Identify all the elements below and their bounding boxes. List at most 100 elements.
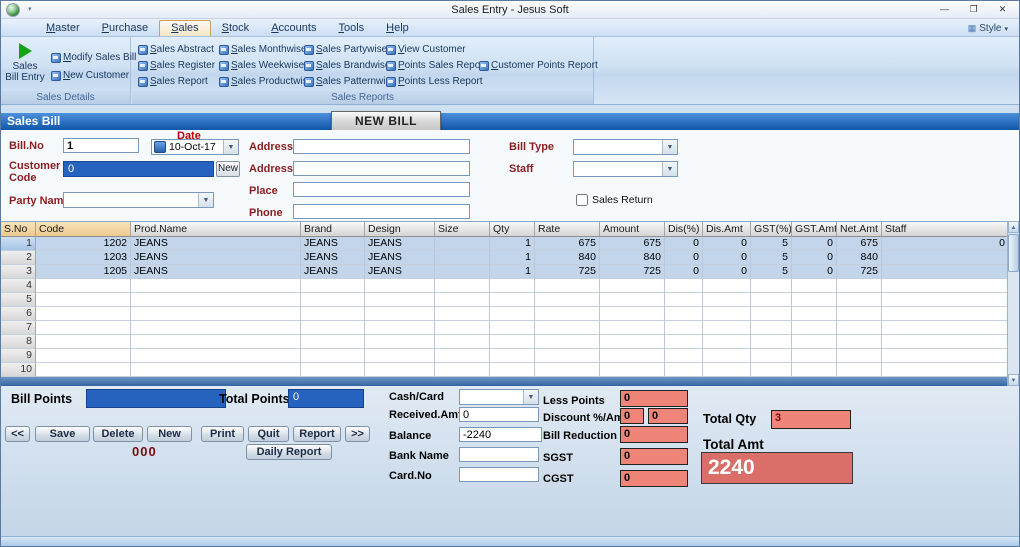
col-header-design[interactable]: Design [365,222,435,237]
grid-cell[interactable] [600,335,665,349]
grid-cell[interactable] [365,293,435,307]
grid-cell[interactable] [535,293,600,307]
menu-item-sales-brandwise[interactable]: Sales Brandwise [304,58,386,73]
menu-item-sales-abstract[interactable]: Sales Abstract [138,42,219,57]
place-input[interactable] [293,182,470,197]
grid-cell[interactable] [36,293,131,307]
cell-brand[interactable]: JEANS [301,251,365,265]
new-button[interactable]: New [147,426,192,442]
grid-cell[interactable] [131,363,301,377]
grid-cell[interactable] [131,335,301,349]
col-header-gst-amt[interactable]: GST.Amt [792,222,837,237]
grid-cell[interactable] [490,307,535,321]
tab-accounts[interactable]: Accounts [260,20,327,36]
cell-dis-amt[interactable]: 0 [703,265,751,279]
scroll-down-icon[interactable]: ▼ [1008,374,1019,386]
cell-gst-pct[interactable]: 5 [751,251,792,265]
scrollbar-thumb[interactable] [1008,234,1019,272]
menu-item-new-customer[interactable]: New Customer [51,68,129,83]
grid-cell[interactable] [535,349,600,363]
menu-item-sales-productwise[interactable]: Sales Productwise [219,74,304,89]
grid-cell[interactable] [665,321,703,335]
cell-staff[interactable]: 0 [882,237,1009,251]
cell-dis-pct[interactable]: 0 [665,237,703,251]
grid-cell[interactable] [665,279,703,293]
menu-item-sales-partywise[interactable]: Sales Partywise [304,42,386,57]
cell-gst-amt[interactable]: 0 [792,265,837,279]
grid-cell[interactable] [882,307,1009,321]
grid-cell[interactable] [131,293,301,307]
address1-input[interactable] [293,139,470,154]
discount-pct-field[interactable]: 0 [620,408,644,424]
new-customer-small-button[interactable]: New [216,161,240,177]
cell-sno[interactable]: 3 [1,265,36,279]
col-header-brand[interactable]: Brand [301,222,365,237]
window-titlebar[interactable]: ▾ Sales Entry - Jesus Soft — ❐ ✕ [1,1,1019,19]
cell-design[interactable]: JEANS [365,251,435,265]
report-button[interactable]: Report [293,426,341,442]
grid-cell[interactable] [665,335,703,349]
grid-cell[interactable] [600,293,665,307]
menu-item-sales-patternwise[interactable]: Sales Patternwise [304,74,386,89]
col-header-qty[interactable]: Qty [490,222,535,237]
tab-sales[interactable]: Sales [159,20,211,36]
daily-report-button[interactable]: Daily Report [246,444,332,460]
card-no-input[interactable] [459,467,539,482]
bank-name-input[interactable] [459,447,539,462]
tab-tools[interactable]: Tools [327,20,375,36]
next-button[interactable]: >> [345,426,370,442]
grid-cell[interactable] [751,321,792,335]
quit-button[interactable]: Quit [248,426,289,442]
grid-cell[interactable] [837,335,882,349]
grid-cell[interactable] [365,335,435,349]
cell-size[interactable] [435,237,490,251]
col-header-rate[interactable]: Rate [535,222,600,237]
cell-dis-amt[interactable]: 0 [703,237,751,251]
chevron-down-icon[interactable]: ▼ [198,193,213,207]
grid-cell[interactable] [792,279,837,293]
grid-cell[interactable] [882,279,1009,293]
col-header-gst-pct[interactable]: GST(%) [751,222,792,237]
cell-qty[interactable]: 1 [490,237,535,251]
party-name-select[interactable]: ▼ [63,192,214,208]
bill-no-input[interactable] [63,138,139,153]
close-button[interactable]: ✕ [988,1,1017,18]
grid-cell[interactable] [837,363,882,377]
grid-cell[interactable] [665,307,703,321]
sales-bill-entry-button[interactable]: Sales Bill Entry [3,39,47,89]
grid-cell[interactable] [301,321,365,335]
grid-cell[interactable] [837,307,882,321]
menu-item-points-less-report[interactable]: Points Less Report [386,74,479,89]
grid-cell[interactable] [36,307,131,321]
grid-cell[interactable] [600,321,665,335]
grid-cell[interactable] [490,321,535,335]
cell-design[interactable]: JEANS [365,265,435,279]
cell-sno[interactable]: 8 [1,335,36,349]
grid-cell[interactable] [600,349,665,363]
address2-input[interactable] [293,161,470,176]
grid-cell[interactable] [792,349,837,363]
grid-cell[interactable] [792,335,837,349]
cell-gst-pct[interactable]: 5 [751,237,792,251]
grid-cell[interactable] [535,279,600,293]
cell-size[interactable] [435,251,490,265]
cash-card-select[interactable]: ▼ [459,389,539,405]
grid-cell[interactable] [703,335,751,349]
grid-cell[interactable] [703,293,751,307]
cell-dis-pct[interactable]: 0 [665,265,703,279]
col-header-code[interactable]: Code [36,222,131,237]
grid-cell[interactable] [792,363,837,377]
grid-cell[interactable] [365,363,435,377]
col-header-staff[interactable]: Staff [882,222,1009,237]
grid-cell[interactable] [751,307,792,321]
grid-cell[interactable] [490,335,535,349]
grid-cell[interactable] [435,321,490,335]
grid-cell[interactable] [535,307,600,321]
menu-item-sales-monthwise[interactable]: Sales Monthwise [219,42,304,57]
cell-dis-pct[interactable]: 0 [665,251,703,265]
phone-input[interactable] [293,204,470,219]
date-picker[interactable]: 10-Oct-17 ▼ [151,139,239,155]
grid-cell[interactable] [435,293,490,307]
grid-cell[interactable] [792,293,837,307]
grid-cell[interactable] [435,307,490,321]
